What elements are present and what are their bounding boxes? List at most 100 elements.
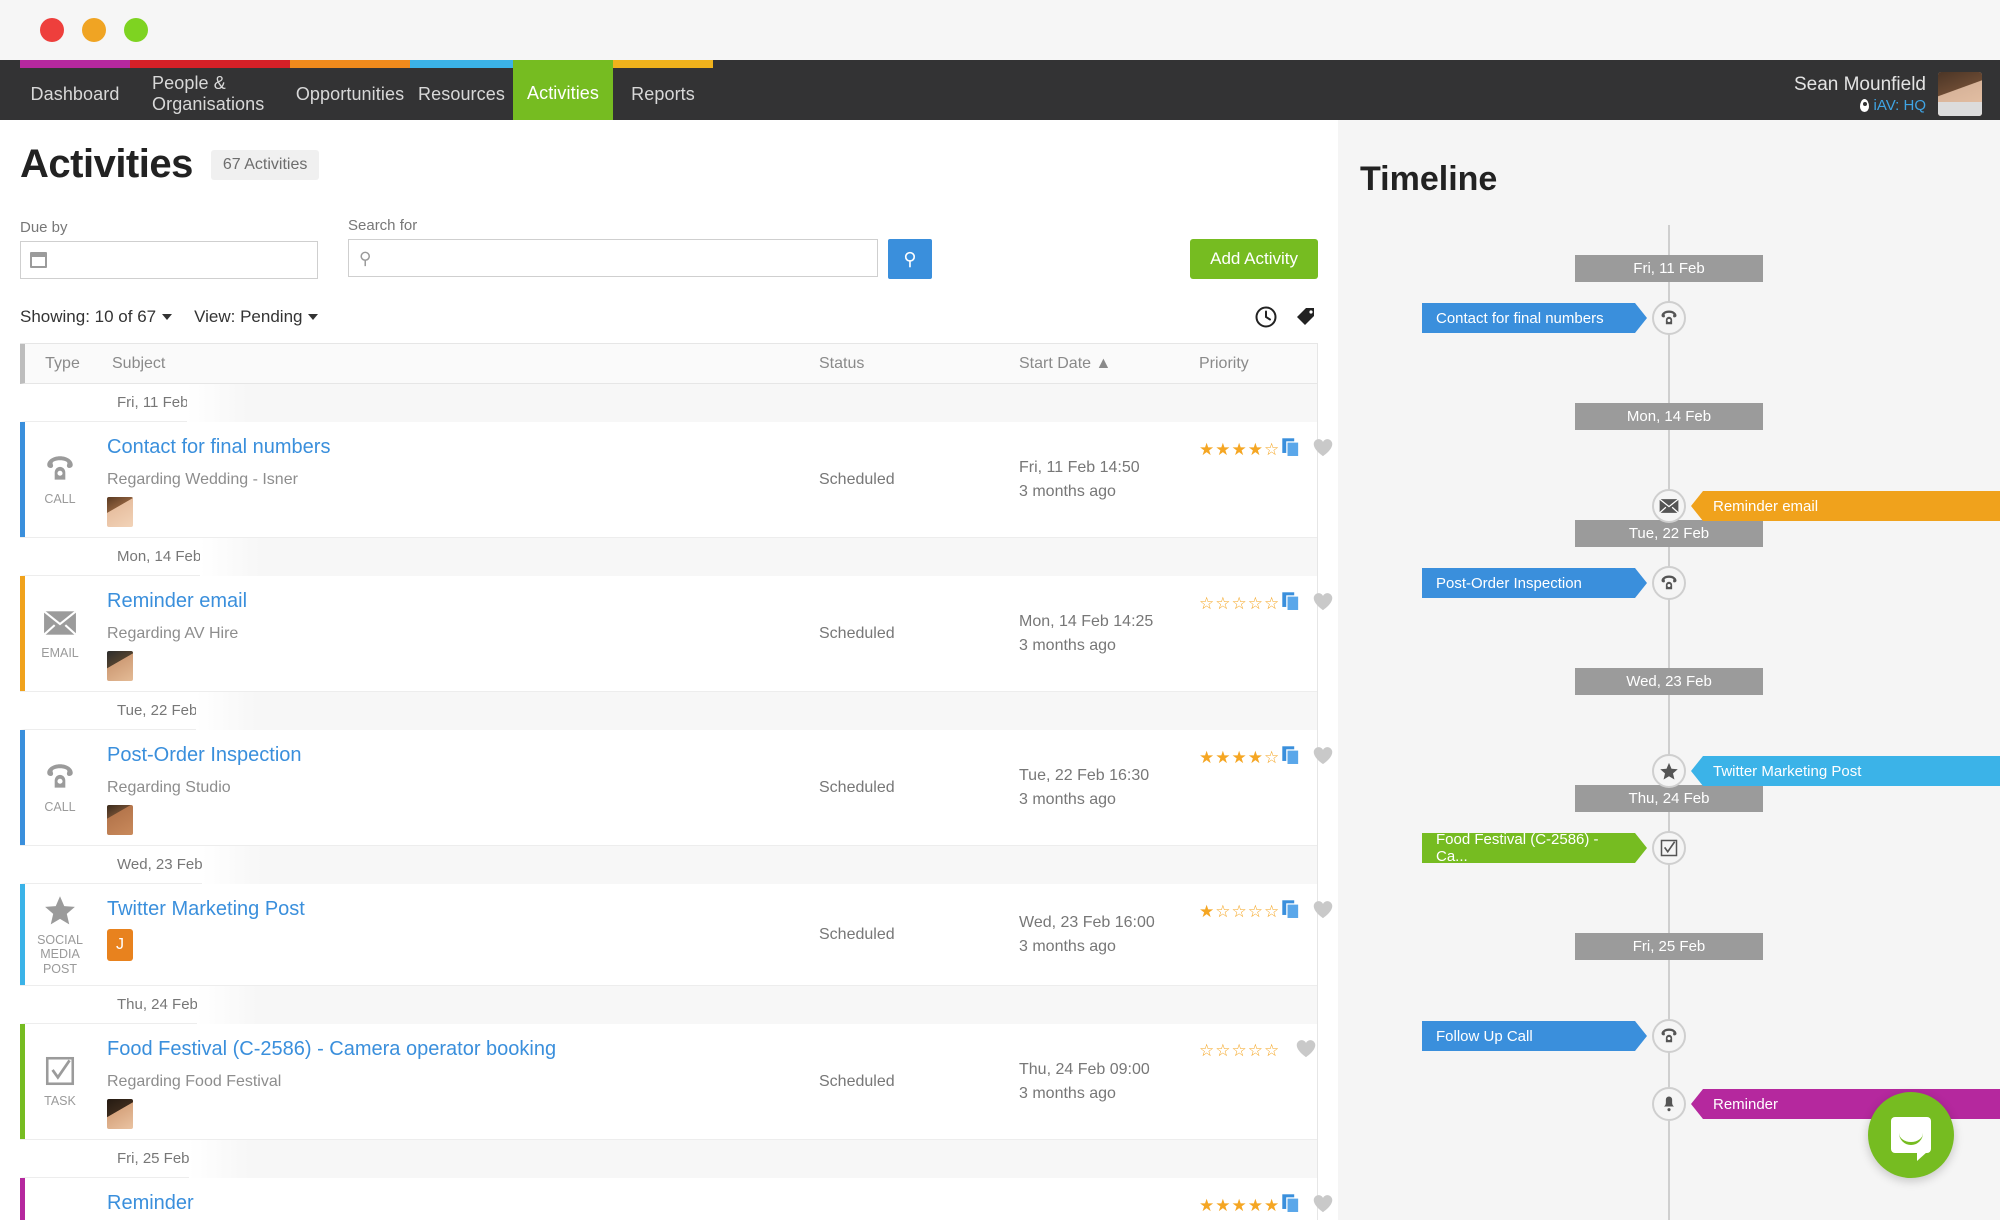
location-pin-icon [1860, 98, 1870, 112]
nav-item-dashboard[interactable]: Dashboard [20, 68, 130, 120]
timeline-node-envelope-icon[interactable] [1652, 489, 1686, 523]
timeline-event-pill[interactable]: Contact for final numbers [1422, 303, 1647, 333]
row-priority: ★★★★☆ [1199, 422, 1333, 537]
row-status [819, 1178, 1019, 1220]
row-type-label: SOCIAL MEDIA POST [37, 932, 83, 976]
table-row[interactable]: CALL Contact for final numbers Regarding… [20, 422, 1333, 538]
nav-user-area[interactable]: Sean Mounfield iAV: HQ [1794, 60, 2000, 120]
favourite-icon[interactable] [1312, 591, 1334, 616]
phone-icon [43, 452, 77, 486]
timeline-event-pill[interactable]: Reminder email [1691, 491, 2000, 521]
envelope-icon [43, 606, 77, 640]
table-row[interactable]: TASK Food Festival (C-2586) - Camera ope… [20, 1024, 1317, 1140]
timeline-event-pill[interactable]: Follow Up Call [1422, 1021, 1647, 1051]
duplicate-icon[interactable] [1280, 744, 1302, 771]
row-relative-time: 3 months ago [1019, 482, 1116, 500]
table-header: Type Subject Status Start Date ▲ Priorit… [20, 344, 1317, 384]
nav-item-opportunities[interactable]: Opportunities [290, 68, 410, 120]
row-subject-link[interactable]: Contact for final numbers [107, 436, 330, 458]
timeline-node-check-square-icon[interactable] [1652, 831, 1686, 865]
favourite-icon[interactable] [1295, 1038, 1317, 1063]
timeline-node-phone-icon[interactable] [1652, 566, 1686, 600]
date-separator-label: Wed, 23 Feb [117, 856, 203, 873]
row-start-date: Tue, 22 Feb 16:30 3 months ago [1019, 730, 1199, 845]
contact-avatar[interactable] [107, 1099, 133, 1129]
column-start-date[interactable]: Start Date ▲ [1019, 355, 1199, 373]
tag-icon[interactable] [1294, 305, 1318, 329]
column-type[interactable]: Type [25, 355, 100, 373]
favourite-icon[interactable] [1312, 1193, 1334, 1218]
clock-icon[interactable] [1254, 305, 1278, 329]
contact-avatar[interactable] [107, 497, 133, 527]
window-minimize-button[interactable] [82, 18, 106, 42]
timeline: Fri, 11 Feb Mon, 14 Feb Tue, 22 Feb Wed, 23… [1338, 225, 2000, 1220]
window-maximize-button[interactable] [124, 18, 148, 42]
table-row[interactable]: EMAIL Reminder email Regarding AV Hire S… [20, 576, 1333, 692]
contact-avatar[interactable]: J [107, 929, 133, 961]
favourite-icon[interactable] [1312, 899, 1334, 924]
timeline-event-pill[interactable]: Twitter Marketing Post [1691, 756, 2000, 786]
search-input[interactable] [348, 239, 878, 277]
window-close-button[interactable] [40, 18, 64, 42]
duplicate-icon[interactable] [1280, 1192, 1302, 1219]
duplicate-icon[interactable] [1280, 590, 1302, 617]
date-separator-label: Mon, 14 Feb [117, 548, 202, 565]
row-type: CALL [20, 730, 95, 845]
timeline-node-phone-icon[interactable] [1652, 301, 1686, 335]
timeline-event-pill[interactable]: Reminder [1691, 1089, 2000, 1119]
table-row[interactable]: SOCIAL MEDIA POST Twitter Marketing Post… [20, 884, 1333, 986]
timeline-date-pill: Fri, 25 Feb [1575, 933, 1763, 960]
due-by-input[interactable] [20, 241, 318, 279]
table-row[interactable]: CALL Post-Order Inspection Regarding Stu… [20, 730, 1333, 846]
row-priority: ☆☆☆☆☆ [1199, 1024, 1317, 1139]
timeline-node-bell-icon[interactable] [1652, 1087, 1686, 1121]
page-title: Activities [20, 142, 193, 186]
timeline-node-phone-icon[interactable] [1652, 1019, 1686, 1053]
row-datetime: Fri, 11 Feb 14:50 [1019, 458, 1140, 476]
row-subject-link[interactable]: Twitter Marketing Post [107, 898, 305, 920]
showing-dropdown[interactable]: Showing: 10 of 67 [20, 307, 173, 327]
priority-stars[interactable]: ☆☆☆☆☆ [1199, 1041, 1280, 1061]
row-subject-cell: Reminder [95, 1178, 819, 1220]
contact-avatar[interactable] [107, 651, 133, 681]
contact-avatar[interactable] [107, 805, 133, 835]
timeline-date-pill: Tue, 22 Feb [1575, 520, 1763, 547]
row-datetime: Thu, 24 Feb 09:00 [1019, 1060, 1150, 1078]
nav-item-resources[interactable]: Resources [410, 68, 513, 120]
row-status: Scheduled [819, 1072, 895, 1090]
nav-item-reports[interactable]: Reports [613, 68, 713, 120]
favourite-icon[interactable] [1312, 745, 1334, 770]
search-button[interactable]: ⚲ [888, 239, 932, 279]
priority-stars[interactable]: ★★★★☆ [1199, 440, 1280, 460]
row-subject-link[interactable]: Post-Order Inspection [107, 744, 302, 766]
priority-stars[interactable]: ★★★★★ [1199, 1196, 1280, 1216]
row-subject-link[interactable]: Reminder email [107, 590, 247, 612]
main-navigation: Dashboard People & Organisations Opportuni… [0, 60, 2000, 120]
timeline-node-star-icon[interactable] [1652, 754, 1686, 788]
table-row[interactable]: Reminder ★★★★★ [20, 1178, 1333, 1220]
priority-stars[interactable]: ☆☆☆☆☆ [1199, 594, 1280, 614]
row-subject-link[interactable]: Reminder [107, 1192, 194, 1214]
chat-bubble-icon[interactable] [1868, 1092, 1954, 1178]
priority-stars[interactable]: ★★★★☆ [1199, 748, 1280, 768]
column-priority[interactable]: Priority [1199, 355, 1317, 373]
add-activity-button[interactable]: Add Activity [1190, 239, 1318, 279]
nav-item-people-organisations[interactable]: People & Organisations [130, 68, 290, 120]
timeline-event-pill[interactable]: Food Festival (C-2586) - Ca... [1422, 833, 1647, 863]
nav-item-activities[interactable]: Activities [513, 66, 613, 120]
duplicate-icon[interactable] [1280, 436, 1302, 463]
timeline-event-pill[interactable]: Post-Order Inspection [1422, 568, 1647, 598]
duplicate-icon[interactable] [1280, 898, 1302, 925]
row-subject-link[interactable]: Food Festival (C-2586) - Camera operator… [107, 1038, 556, 1060]
row-datetime: Wed, 23 Feb 16:00 [1019, 913, 1155, 931]
favourite-icon[interactable] [1312, 437, 1334, 462]
due-by-label: Due by [20, 219, 68, 236]
column-status[interactable]: Status [819, 355, 1019, 373]
column-subject[interactable]: Subject [100, 355, 819, 373]
view-dropdown[interactable]: View: Pending [194, 307, 319, 327]
nav-strip-opportunities [290, 60, 410, 68]
priority-stars[interactable]: ★☆☆☆☆ [1199, 902, 1280, 922]
row-datetime: Mon, 14 Feb 14:25 [1019, 612, 1154, 630]
row-relative-time: 3 months ago [1019, 790, 1116, 808]
avatar[interactable] [1938, 72, 1982, 116]
